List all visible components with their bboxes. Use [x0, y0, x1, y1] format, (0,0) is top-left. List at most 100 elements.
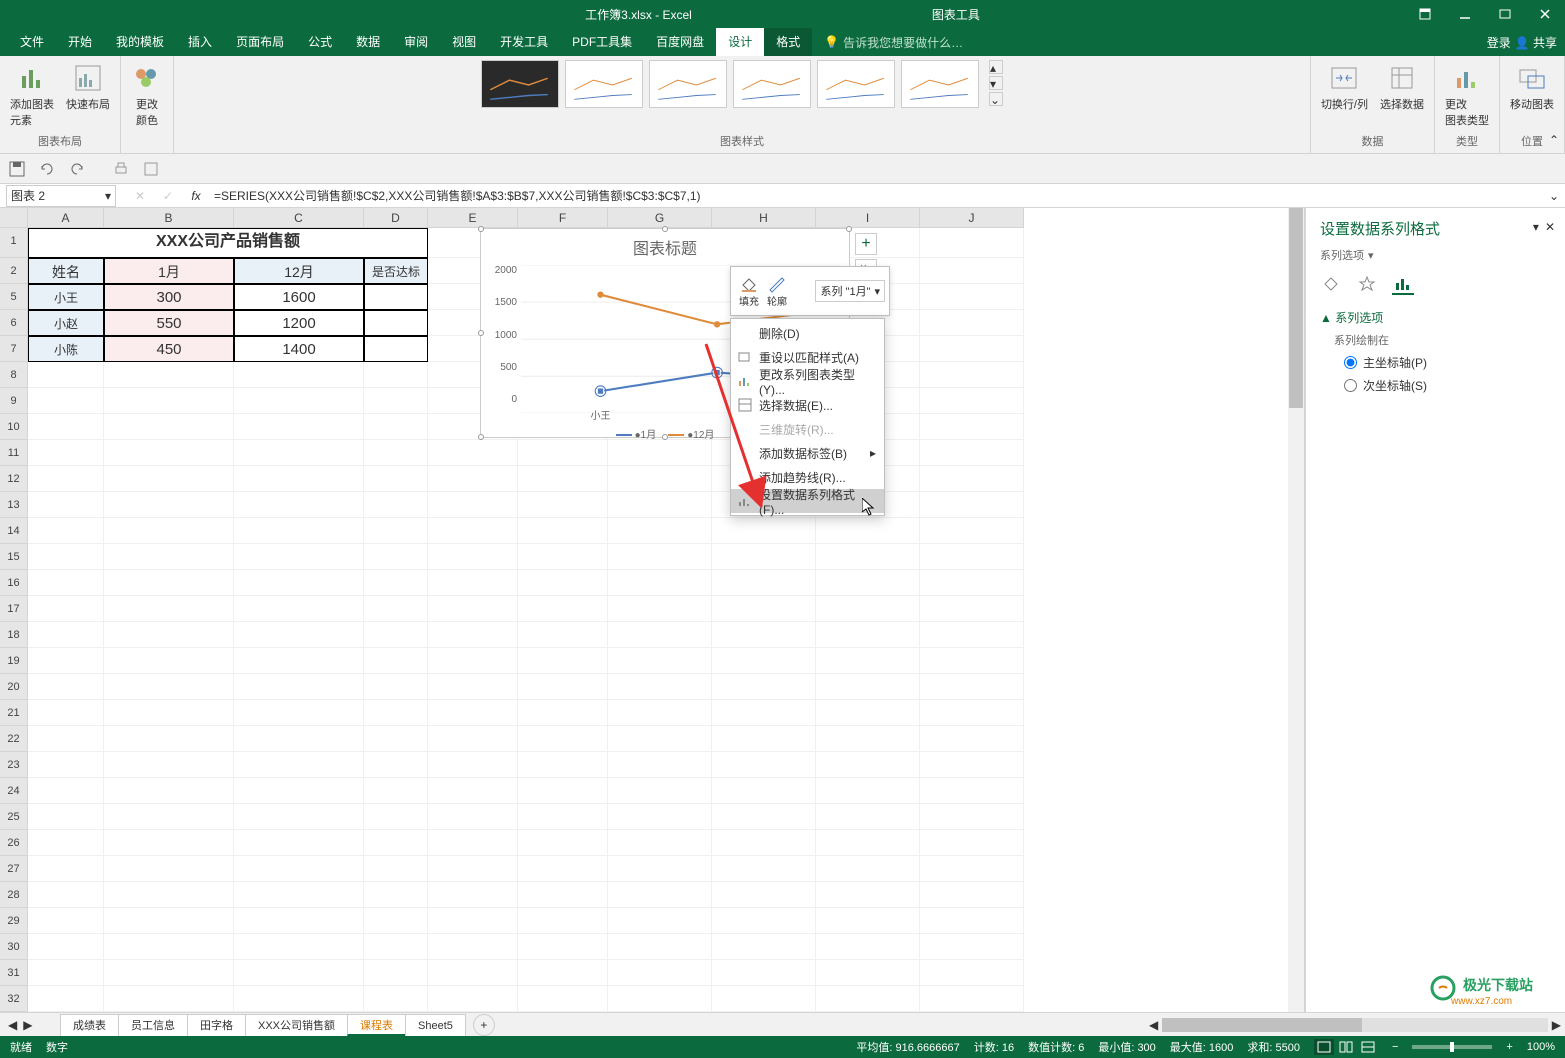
style-thumb-4[interactable] [733, 60, 811, 108]
cell[interactable] [28, 362, 104, 388]
cell[interactable] [518, 960, 608, 986]
cell[interactable] [28, 414, 104, 440]
cell[interactable] [428, 726, 518, 752]
cell[interactable] [104, 622, 234, 648]
cell[interactable] [234, 648, 364, 674]
formula-input[interactable]: =SERIES(XXX公司销售额!$C$2,XXX公司销售额!$A$3:$B$7… [210, 187, 1543, 204]
cell[interactable] [234, 570, 364, 596]
cell[interactable] [816, 934, 920, 960]
style-thumb-2[interactable] [565, 60, 643, 108]
cell[interactable] [364, 908, 428, 934]
cell[interactable] [364, 934, 428, 960]
expand-formula-icon[interactable]: ⌄ [1543, 189, 1565, 203]
row-header[interactable]: 26 [0, 830, 28, 856]
cell[interactable] [608, 492, 712, 518]
table-cell[interactable]: 550 [104, 310, 234, 336]
radio-primary-axis[interactable]: 主坐标轴(P) [1320, 354, 1551, 371]
cell[interactable] [428, 518, 518, 544]
cell[interactable] [608, 596, 712, 622]
tab-format[interactable]: 格式 [764, 28, 812, 56]
cell[interactable] [920, 648, 1024, 674]
cell[interactable] [816, 778, 920, 804]
select-all-corner[interactable] [0, 208, 28, 228]
add-sheet-button[interactable]: + [473, 1014, 495, 1036]
panel-tab-series[interactable] [1392, 273, 1414, 295]
cell[interactable] [234, 440, 364, 466]
cell[interactable] [712, 778, 816, 804]
cell[interactable] [428, 882, 518, 908]
cell[interactable] [518, 934, 608, 960]
cell[interactable] [104, 518, 234, 544]
cell[interactable] [104, 856, 234, 882]
col-header[interactable]: J [920, 208, 1024, 228]
cell[interactable] [518, 518, 608, 544]
cell[interactable] [428, 466, 518, 492]
cell[interactable] [428, 596, 518, 622]
cell[interactable] [608, 986, 712, 1012]
panel-section[interactable]: ▲ 系列选项 [1320, 309, 1551, 326]
cell[interactable] [712, 960, 816, 986]
cell[interactable] [608, 674, 712, 700]
ctx-add-labels[interactable]: 添加数据标签(B)▸ [731, 441, 884, 465]
fx-icon[interactable]: fx [182, 189, 210, 203]
cell[interactable] [608, 544, 712, 570]
cell[interactable] [428, 934, 518, 960]
cell[interactable] [28, 934, 104, 960]
col-header[interactable]: B [104, 208, 234, 228]
panel-dropdown-icon[interactable]: ▾ [1533, 220, 1539, 234]
cell[interactable] [518, 908, 608, 934]
view-pagebreak-icon[interactable] [1358, 1039, 1378, 1055]
cell[interactable] [608, 466, 712, 492]
cell[interactable] [104, 882, 234, 908]
row-header[interactable]: 17 [0, 596, 28, 622]
close-button[interactable] [1525, 0, 1565, 28]
style-thumb-6[interactable] [901, 60, 979, 108]
cell[interactable] [104, 414, 234, 440]
style-scroll-up[interactable]: ▴ [989, 60, 1003, 74]
cell[interactable] [608, 622, 712, 648]
panel-tab-effects[interactable] [1356, 273, 1378, 295]
cell[interactable] [920, 960, 1024, 986]
spreadsheet-grid[interactable]: A B C D E F G H I J 1 XXX公司产品销售额 2 姓名 1月… [0, 208, 1305, 1012]
save-icon[interactable] [8, 160, 26, 178]
table-cell[interactable]: 1200 [234, 310, 364, 336]
share-button[interactable]: 👤 共享 [1515, 34, 1557, 51]
move-chart-button[interactable]: 移动图表 [1506, 60, 1558, 114]
cell[interactable] [104, 648, 234, 674]
row-header[interactable]: 20 [0, 674, 28, 700]
sheet-tab[interactable]: XXX公司销售额 [245, 1014, 348, 1036]
fill-button[interactable]: 填充 [735, 275, 763, 308]
table-cell[interactable] [364, 310, 428, 336]
minimize-button[interactable] [1445, 0, 1485, 28]
cell[interactable] [428, 908, 518, 934]
tab-view[interactable]: 视图 [440, 28, 488, 56]
style-thumb-3[interactable] [649, 60, 727, 108]
style-scroll-down[interactable]: ▾ [989, 76, 1003, 90]
cell[interactable] [920, 700, 1024, 726]
cell[interactable] [920, 726, 1024, 752]
cell[interactable] [816, 674, 920, 700]
radio-secondary-axis[interactable]: 次坐标轴(S) [1320, 377, 1551, 394]
cell[interactable] [364, 414, 428, 440]
quick-layout-button[interactable]: 快速布局 [62, 60, 114, 114]
cell[interactable] [428, 778, 518, 804]
enter-formula-icon[interactable]: ✓ [154, 189, 182, 203]
cell[interactable] [920, 674, 1024, 700]
table-cell[interactable] [364, 284, 428, 310]
table-cell[interactable]: 450 [104, 336, 234, 362]
panel-tab-fill[interactable] [1320, 273, 1342, 295]
panel-close-icon[interactable]: ✕ [1545, 220, 1555, 234]
tab-formulas[interactable]: 公式 [296, 28, 344, 56]
row-header[interactable]: 7 [0, 336, 28, 362]
cell[interactable] [608, 700, 712, 726]
cell[interactable] [234, 466, 364, 492]
login-link[interactable]: 登录 [1487, 34, 1511, 51]
cell[interactable] [428, 492, 518, 518]
print-icon[interactable] [112, 160, 130, 178]
cell[interactable] [712, 804, 816, 830]
cell[interactable] [28, 908, 104, 934]
cell[interactable] [816, 986, 920, 1012]
cell[interactable] [608, 570, 712, 596]
table-cell[interactable]: 小陈 [28, 336, 104, 362]
cell[interactable] [28, 544, 104, 570]
